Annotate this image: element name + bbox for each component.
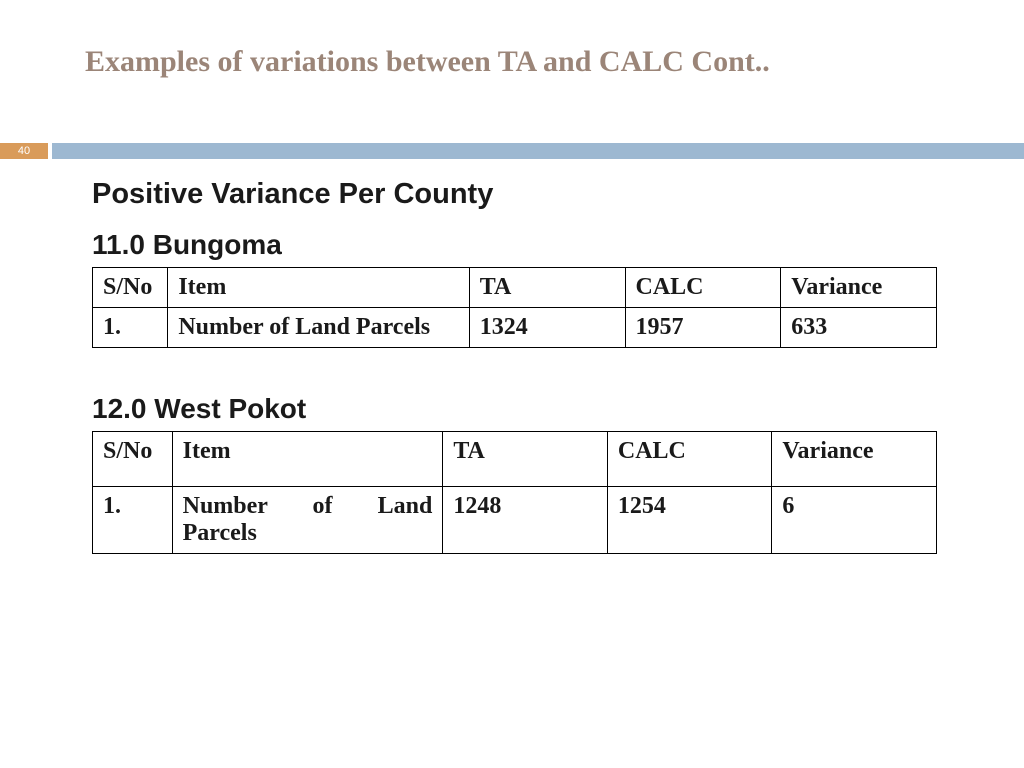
section-title: Positive Variance Per County [92,178,964,211]
cell-calc: 1957 [625,308,781,348]
header-variance: Variance [772,432,937,487]
county-heading-westpokot: 12.0 West Pokot [92,393,964,425]
cell-ta: 1248 [443,487,608,554]
table-westpokot: S/No Item TA CALC Variance 1. Number of … [92,431,937,554]
content-area: Positive Variance Per County 11.0 Bungom… [92,178,964,599]
cell-sno: 1. [93,487,173,554]
header-calc: CALC [607,432,772,487]
cell-sno: 1. [93,308,168,348]
county-heading-bungoma: 11.0 Bungoma [92,229,964,261]
divider-bar: 40 [0,143,1024,159]
header-ta: TA [469,268,625,308]
table-row: 1. Number of Land Parcels 1324 1957 633 [93,308,937,348]
cell-calc: 1254 [607,487,772,554]
header-calc: CALC [625,268,781,308]
header-sno: S/No [93,432,173,487]
cell-item: Number of Land Parcels [168,308,469,348]
cell-variance: 633 [781,308,937,348]
cell-item: Number of Land Parcels [172,487,443,554]
header-item: Item [172,432,443,487]
cell-variance: 6 [772,487,937,554]
divider-fill [52,143,1024,159]
header-variance: Variance [781,268,937,308]
cell-ta: 1324 [469,308,625,348]
table-header-row: S/No Item TA CALC Variance [93,268,937,308]
table-row: 1. Number of Land Parcels 1248 1254 6 [93,487,937,554]
table-bungoma: S/No Item TA CALC Variance 1. Number of … [92,267,937,348]
header-ta: TA [443,432,608,487]
header-sno: S/No [93,268,168,308]
slide-title: Examples of variations between TA and CA… [0,0,1024,79]
table-header-row: S/No Item TA CALC Variance [93,432,937,487]
header-item: Item [168,268,469,308]
page-number-badge: 40 [0,143,48,159]
